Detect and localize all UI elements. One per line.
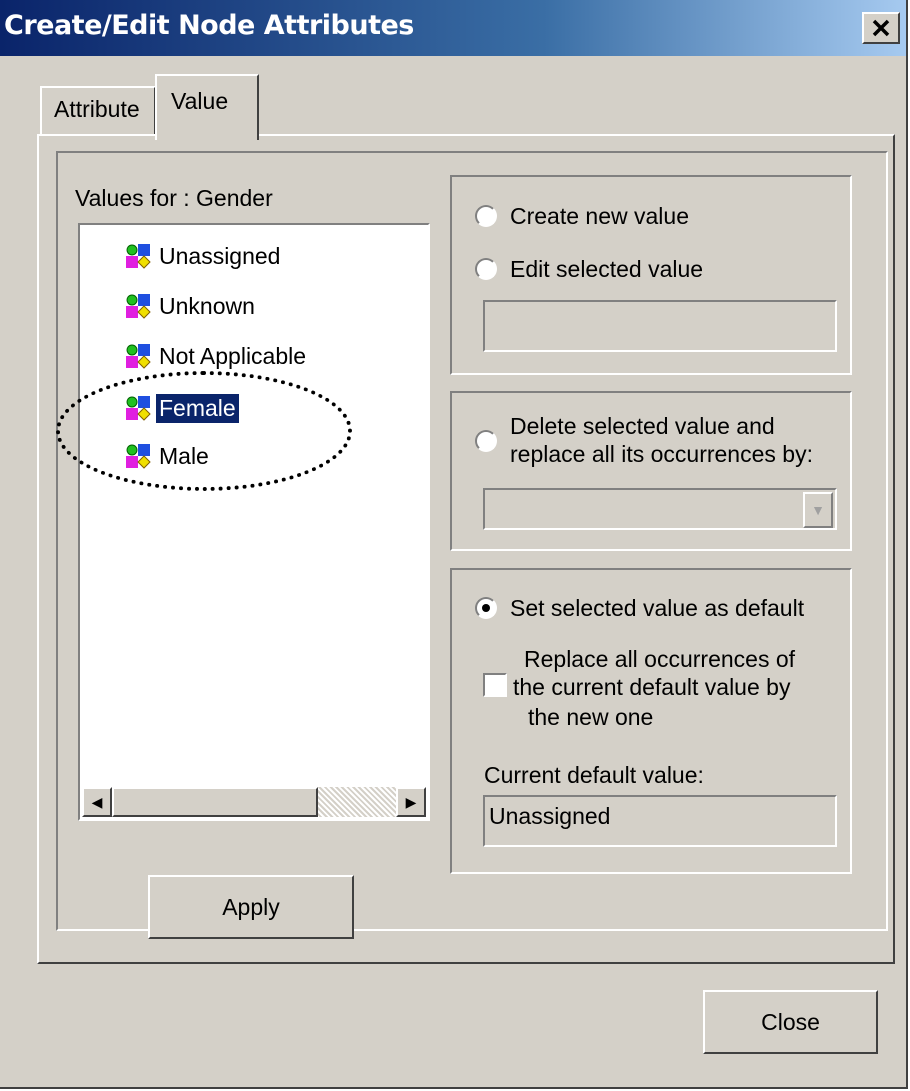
delete-value-label-line1: Delete selected value and [510, 413, 775, 439]
window-title: Create/Edit Node Attributes [4, 10, 414, 41]
node-value-icon [124, 242, 152, 270]
replace-occurrences-checkbox[interactable] [483, 673, 507, 697]
tab-attribute-label: Attribute [54, 96, 140, 122]
close-icon [872, 19, 890, 37]
edit-selected-value-radio[interactable] [475, 258, 497, 280]
tab-value-label: Value [171, 88, 229, 114]
tab-attribute[interactable]: Attribute [40, 86, 156, 136]
list-item[interactable]: Unassigned [124, 239, 283, 273]
scroll-left-button[interactable]: ◀ [82, 787, 112, 817]
replacement-dropdown[interactable]: ▼ [483, 488, 837, 530]
highlight-ellipse [56, 371, 352, 491]
apply-button-label: Apply [222, 893, 280, 920]
values-heading: Values for : Gender [75, 185, 273, 211]
list-item-label: Not Applicable [159, 342, 307, 369]
list-item-label: Unassigned [159, 242, 281, 269]
current-default-field: Unassigned [483, 795, 837, 847]
list-item[interactable]: Not Applicable [124, 339, 309, 373]
list-item-label: Unknown [159, 292, 255, 319]
list-item[interactable]: Unknown [124, 289, 258, 323]
arrow-right-icon: ▶ [405, 793, 417, 810]
close-button-label: Close [761, 1008, 820, 1035]
arrow-left-icon: ◀ [91, 793, 103, 810]
create-new-value-radio[interactable] [475, 205, 497, 227]
set-default-label: Set selected value as default [510, 595, 805, 621]
close-button[interactable]: Close [703, 990, 878, 1054]
node-value-icon [124, 342, 152, 370]
scrollbar-thumb[interactable] [112, 787, 318, 817]
chevron-down-icon: ▼ [811, 502, 825, 518]
set-default-radio[interactable] [475, 597, 497, 619]
close-window-button[interactable] [862, 12, 900, 44]
horizontal-scrollbar[interactable]: ◀ ▶ [82, 787, 426, 817]
title-bar[interactable]: Create/Edit Node Attributes [0, 0, 906, 56]
node-value-icon [124, 292, 152, 320]
scroll-right-button[interactable]: ▶ [396, 787, 426, 817]
current-default-label: Current default value: [484, 762, 704, 788]
edit-selected-value-label: Edit selected value [510, 256, 704, 282]
delete-value-label-line2: replace all its occurrences by: [510, 441, 813, 467]
replace-occurrences-line2: the current default value by [513, 674, 791, 700]
dropdown-button[interactable]: ▼ [803, 492, 833, 528]
delete-selected-value-radio[interactable] [475, 430, 497, 452]
tab-value[interactable]: Value [155, 74, 259, 140]
create-new-value-label: Create new value [510, 203, 689, 229]
replace-occurrences-line1: Replace all occurrences of [524, 646, 796, 672]
dialog-window: Create/Edit Node Attributes Attribute Va… [0, 0, 908, 1089]
value-text-field[interactable] [483, 300, 837, 352]
apply-button[interactable]: Apply [148, 875, 354, 939]
replace-occurrences-line3: the new one [528, 704, 654, 730]
values-listbox[interactable]: Unassigned Unknown Not Applicable Female… [78, 223, 430, 821]
